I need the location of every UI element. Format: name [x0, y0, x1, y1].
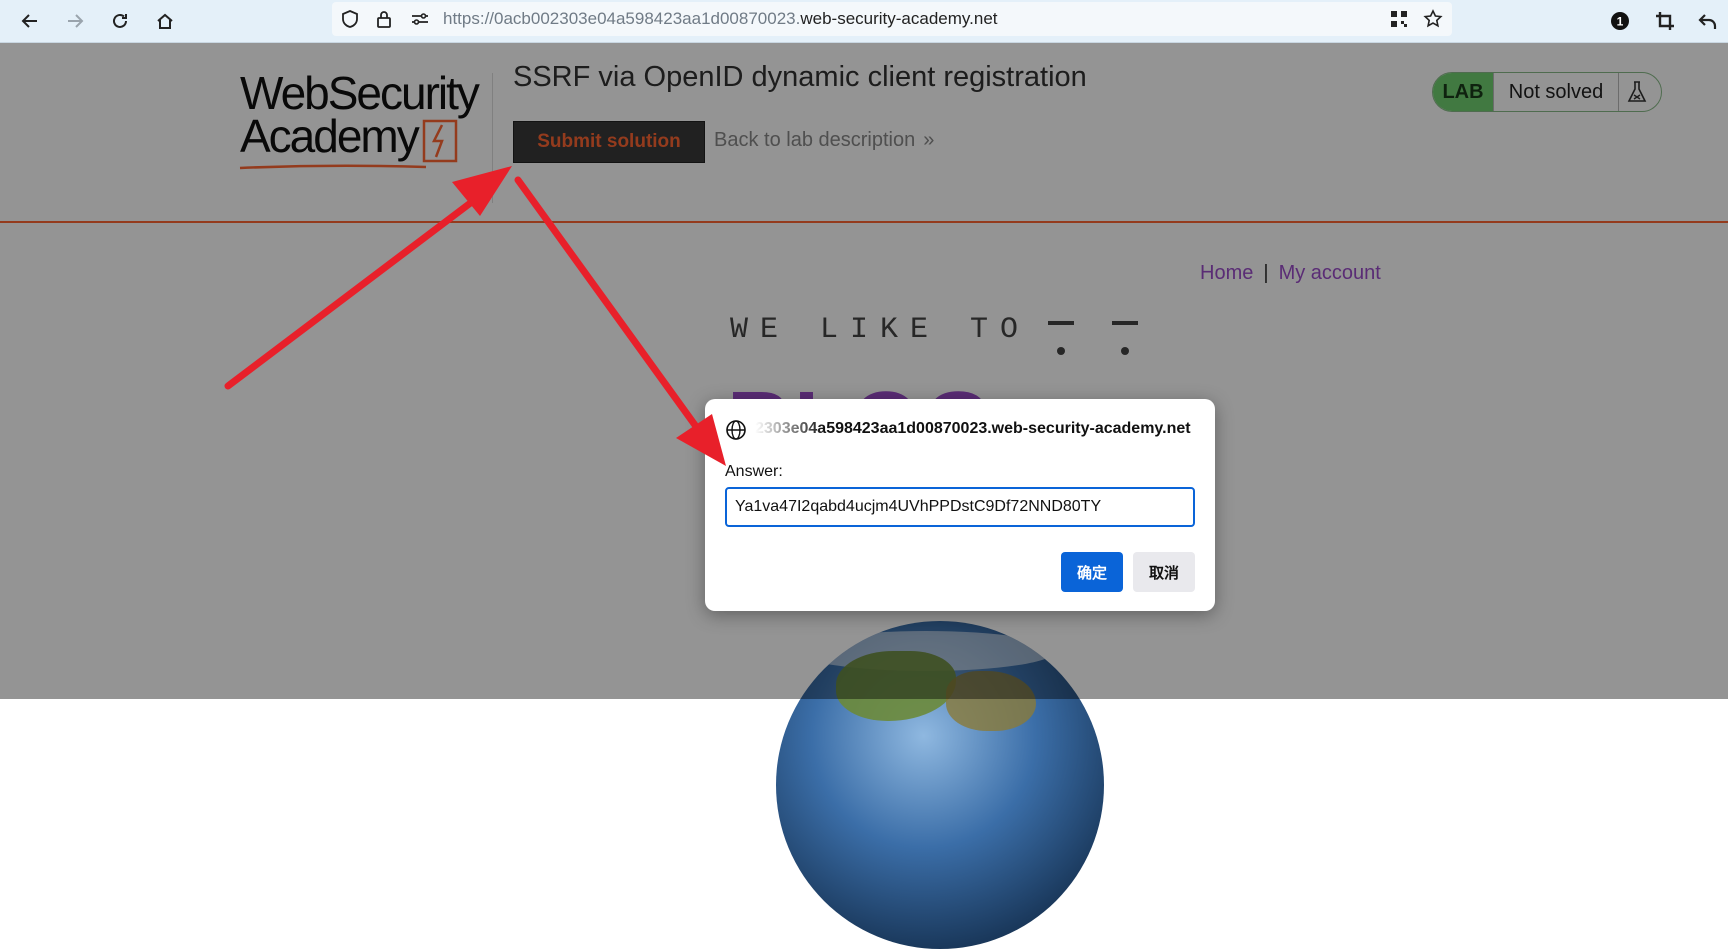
extension-icon[interactable]: 1 [1605, 6, 1635, 36]
answer-label: Answer: [725, 463, 783, 480]
reload-icon[interactable] [105, 6, 135, 36]
svg-text:1: 1 [1617, 15, 1624, 29]
answer-input[interactable] [725, 487, 1195, 527]
shield-icon[interactable] [340, 9, 360, 29]
address-bar[interactable]: https://0acb002303e04a598423aa1d00870023… [332, 2, 1452, 36]
crop-icon[interactable] [1650, 6, 1680, 36]
undo-icon[interactable] [1693, 6, 1723, 36]
home-icon[interactable] [150, 6, 180, 36]
back-icon[interactable] [15, 6, 45, 36]
browser-toolbar: https://0acb002303e04a598423aa1d00870023… [0, 0, 1728, 43]
forward-icon[interactable] [60, 6, 90, 36]
prompt-dialog: 2303e04a598423aa1d00870023.web-security-… [705, 399, 1215, 611]
qr-code-icon[interactable] [1389, 9, 1409, 29]
bookmark-star-icon[interactable] [1423, 9, 1443, 29]
globe-icon [726, 420, 746, 440]
dialog-origin: 2303e04a598423aa1d00870023.web-security-… [755, 420, 1191, 437]
ok-button[interactable]: 确定 [1061, 552, 1123, 592]
permissions-icon[interactable] [410, 9, 430, 29]
lock-icon[interactable] [374, 9, 394, 29]
url-text[interactable]: https://0acb002303e04a598423aa1d00870023… [443, 9, 998, 29]
cancel-button[interactable]: 取消 [1133, 552, 1195, 592]
